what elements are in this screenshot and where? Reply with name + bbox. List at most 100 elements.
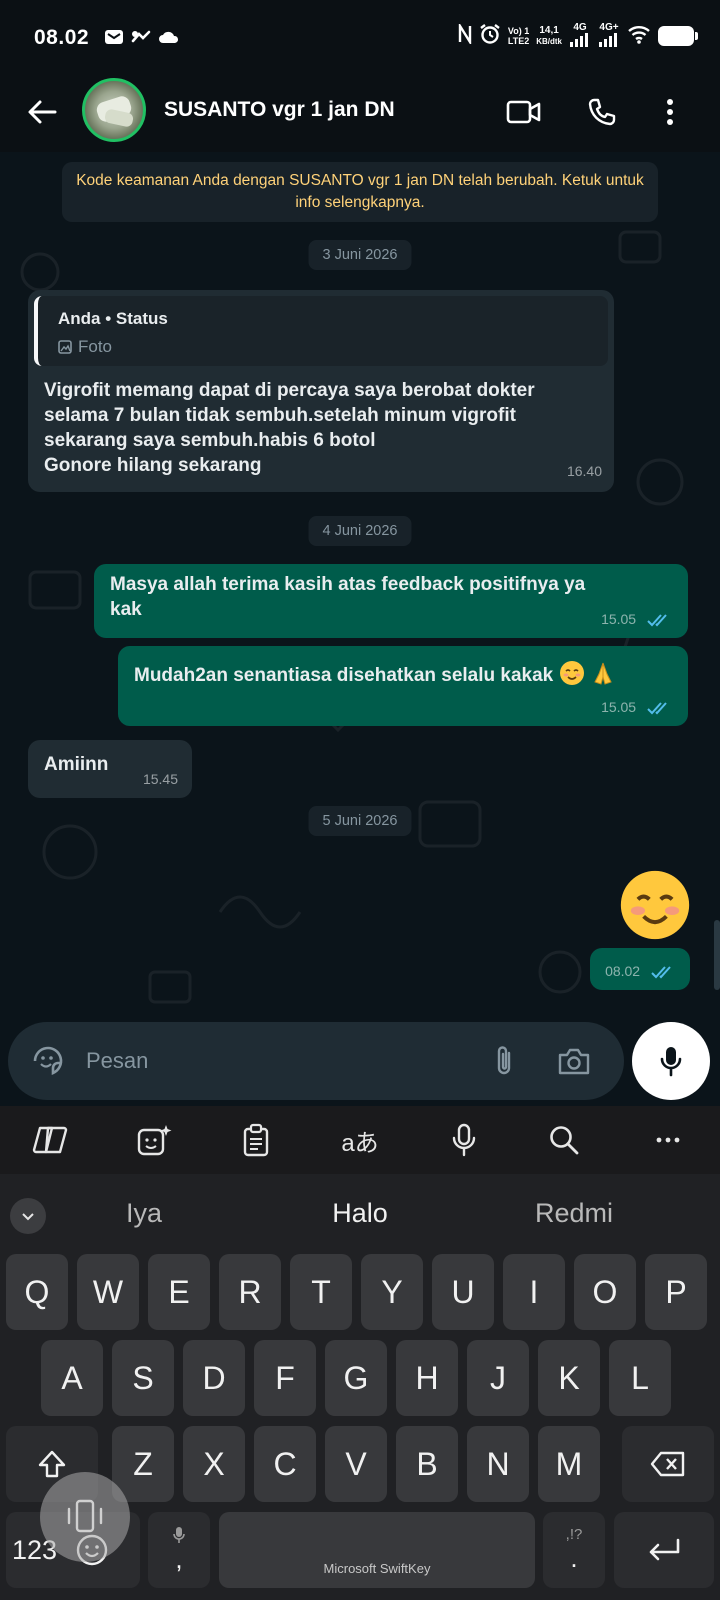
- message-bubble-incoming[interactable]: Amiinn 15.45: [28, 740, 192, 798]
- translate-button[interactable]: aあ: [336, 1116, 384, 1164]
- microphone-icon: [660, 1047, 682, 1077]
- rotate-phone-icon: [67, 1499, 103, 1533]
- space-key[interactable]: Microsoft SwiftKey: [219, 1512, 535, 1588]
- contact-name[interactable]: SUSANTO vgr 1 jan DN: [164, 98, 395, 122]
- voice-call-button[interactable]: [582, 92, 622, 132]
- suggestion-2[interactable]: Halo: [290, 1198, 430, 1229]
- key-b[interactable]: B: [396, 1426, 458, 1502]
- chat-header: SUSANTO vgr 1 jan DN: [0, 72, 720, 152]
- message-bubble-outgoing[interactable]: Masya allah terima kasih atas feedback p…: [94, 564, 688, 638]
- scrollbar-thumb[interactable]: [714, 920, 720, 990]
- back-button[interactable]: [22, 92, 62, 132]
- message-time-bubble[interactable]: 08.02: [590, 948, 690, 990]
- wifi-icon: [627, 24, 651, 49]
- key-o[interactable]: O: [574, 1254, 636, 1330]
- key-a[interactable]: A: [41, 1340, 103, 1416]
- message-input-field[interactable]: Pesan: [8, 1022, 624, 1100]
- key-f[interactable]: F: [254, 1340, 316, 1416]
- message-list[interactable]: Kode keamanan Anda dengan SUSANTO vgr 1 …: [0, 152, 720, 1020]
- key-h[interactable]: H: [396, 1340, 458, 1416]
- key-w[interactable]: W: [77, 1254, 139, 1330]
- search-button[interactable]: [540, 1116, 588, 1164]
- attach-button[interactable]: [482, 1039, 526, 1083]
- volte-label: Vo) 1: [507, 26, 530, 36]
- dictation-button[interactable]: [440, 1116, 488, 1164]
- toolbar-more-button[interactable]: [644, 1116, 692, 1164]
- key-u[interactable]: U: [432, 1254, 494, 1330]
- key-g[interactable]: G: [325, 1340, 387, 1416]
- paperclip-icon: [497, 1046, 511, 1075]
- key-t[interactable]: T: [290, 1254, 352, 1330]
- sticker-sparkle-icon: [137, 1125, 172, 1156]
- key-d[interactable]: D: [183, 1340, 245, 1416]
- voice-message-button[interactable]: [632, 1022, 710, 1100]
- message-input-placeholder[interactable]: Pesan: [86, 1048, 148, 1074]
- video-call-button[interactable]: [504, 92, 544, 132]
- sticker-creator-button[interactable]: [130, 1116, 178, 1164]
- key-s[interactable]: S: [112, 1340, 174, 1416]
- backspace-key[interactable]: [622, 1426, 714, 1502]
- net-speed: 14,1: [539, 25, 559, 36]
- key-x[interactable]: X: [183, 1426, 245, 1502]
- message-bubble-outgoing[interactable]: Mudah2an senantiasa disehatkan selalu ka…: [118, 646, 688, 726]
- key-r[interactable]: R: [219, 1254, 281, 1330]
- suggestion-3[interactable]: Redmi: [504, 1198, 644, 1229]
- key-k[interactable]: K: [538, 1340, 600, 1416]
- nfc-icon: [458, 21, 472, 49]
- key-c[interactable]: C: [254, 1426, 316, 1502]
- more-vertical-icon: [667, 99, 673, 125]
- key-i[interactable]: I: [503, 1254, 565, 1330]
- folded-hands-emoji: [594, 662, 612, 685]
- clipboard-button[interactable]: [232, 1116, 280, 1164]
- whatsapp-chat-screen: 08.02 Vo) 1 LTE2 14,1 KB/dtk 4G 4G+ SUSA…: [0, 0, 720, 1600]
- key-l[interactable]: L: [609, 1340, 671, 1416]
- read-receipt-icon: [651, 966, 671, 979]
- status-bar: 08.02 Vo) 1 LTE2 14,1 KB/dtk 4G 4G+: [0, 0, 720, 72]
- camera-button[interactable]: [552, 1039, 596, 1083]
- key-p[interactable]: P: [645, 1254, 707, 1330]
- read-receipt-icon: [647, 702, 667, 715]
- read-receipt-icon: [647, 614, 667, 627]
- shift-icon: [38, 1450, 66, 1478]
- key-n[interactable]: N: [467, 1426, 529, 1502]
- key-v[interactable]: V: [325, 1426, 387, 1502]
- message-line: sekarang saya sembuh.habis 6 botol: [44, 430, 376, 451]
- date-chip: 5 Juni 2026: [308, 806, 412, 836]
- key-m[interactable]: M: [538, 1426, 600, 1502]
- net-speed-unit: KB/dtk: [536, 37, 562, 46]
- network-type-1: 4G: [573, 22, 587, 33]
- alarm-icon: [479, 23, 501, 50]
- sticker-button[interactable]: [26, 1039, 70, 1083]
- key-j[interactable]: J: [467, 1340, 529, 1416]
- comma-key[interactable]: ,: [148, 1512, 210, 1588]
- collapse-toolbar-button[interactable]: [10, 1198, 46, 1234]
- enter-icon: [649, 1538, 680, 1561]
- comma-label: ,: [175, 1543, 183, 1574]
- suggestion-1[interactable]: Iya: [74, 1198, 214, 1229]
- more-horizontal-icon: [656, 1137, 680, 1143]
- message-line: Masya allah terima kasih atas feedback p…: [110, 574, 586, 595]
- quote-title: Anda • Status: [58, 309, 168, 328]
- security-code-notice[interactable]: Kode keamanan Anda dengan SUSANTO vgr 1 …: [62, 162, 658, 222]
- message-time: 15.05: [601, 611, 637, 627]
- search-icon: [550, 1126, 579, 1155]
- contact-avatar[interactable]: [82, 78, 146, 142]
- chevron-down-icon: [22, 1213, 34, 1221]
- quoted-status[interactable]: Anda • Status Foto: [34, 296, 608, 366]
- key-e[interactable]: E: [148, 1254, 210, 1330]
- suggestion-strip: Iya Halo Redmi: [0, 1174, 720, 1252]
- period-key[interactable]: ,!? .: [543, 1512, 605, 1588]
- enter-key[interactable]: [614, 1512, 714, 1588]
- cloud-icon: [158, 29, 180, 50]
- message-bubble-incoming[interactable]: Anda • Status Foto Vigrofit memang dapat…: [28, 290, 614, 492]
- key-y[interactable]: Y: [361, 1254, 423, 1330]
- sticker-icon: [33, 1046, 63, 1075]
- more-options-button[interactable]: [650, 92, 690, 132]
- signal-icon: [599, 33, 617, 47]
- backspace-icon: [650, 1451, 685, 1477]
- rotate-screen-button[interactable]: [40, 1472, 130, 1562]
- microphone-small-icon: [173, 1526, 185, 1543]
- copilot-button[interactable]: [26, 1116, 74, 1164]
- key-q[interactable]: Q: [6, 1254, 68, 1330]
- big-smiling-face-emoji[interactable]: [618, 868, 692, 942]
